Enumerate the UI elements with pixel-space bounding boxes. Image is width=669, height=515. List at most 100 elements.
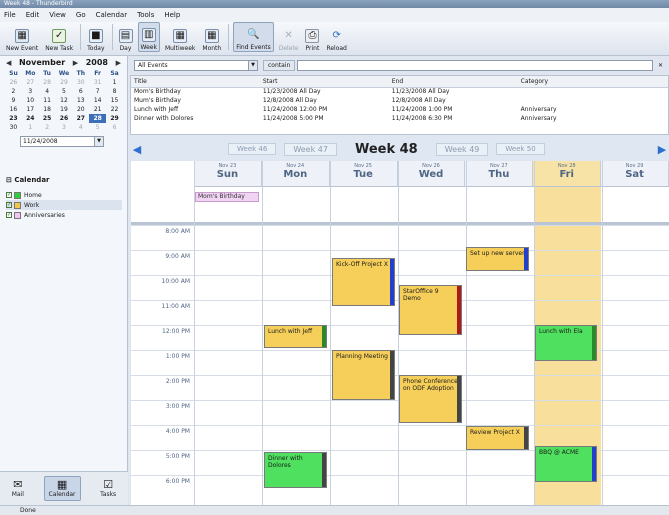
mail-tab[interactable]: ✉ Mail [8, 477, 28, 500]
day-header-wed[interactable]: Nov 26 Wed [398, 161, 466, 186]
minical-day[interactable]: 1 [22, 123, 39, 132]
month-view-button[interactable]: ▦ Month [200, 22, 223, 52]
minical-day[interactable]: 30 [5, 123, 22, 132]
chevron-down-icon[interactable]: ▼ [248, 61, 257, 70]
minical-day[interactable]: 27 [22, 78, 39, 87]
minical-day[interactable]: 4 [39, 87, 56, 96]
minical-day[interactable]: 13 [72, 96, 89, 105]
delete-button[interactable]: ✕ Delete [277, 22, 301, 52]
day-view-button[interactable]: ▤ Day [117, 22, 135, 52]
minical-day[interactable]: 30 [72, 78, 89, 87]
minical-day[interactable]: 17 [22, 105, 39, 114]
calendar-event[interactable]: Kick-Off Project X [332, 258, 395, 306]
new-event-button[interactable]: ▦ New Event [4, 22, 40, 52]
minical-day[interactable]: 5 [56, 87, 73, 96]
minical-day[interactable]: 20 [72, 105, 89, 114]
menu-help[interactable]: Help [164, 11, 180, 19]
new-task-button[interactable]: ✓ New Task [43, 22, 75, 52]
minical-day[interactable]: 2 [39, 123, 56, 132]
minical-day[interactable]: 26 [56, 114, 73, 123]
minical-day[interactable]: 15 [106, 96, 123, 105]
menu-edit[interactable]: Edit [26, 11, 40, 19]
calendar-event[interactable]: Planning Meeting [332, 350, 395, 400]
week-50-button[interactable]: Week 50 [496, 143, 545, 155]
minical-day[interactable]: 10 [22, 96, 39, 105]
minical-day[interactable]: 6 [72, 87, 89, 96]
calendar-event[interactable]: Review Project X [466, 426, 529, 450]
day-header-sat[interactable]: Nov 29 Sat [601, 161, 669, 186]
day-header-mon[interactable]: Nov 24 Mon [262, 161, 330, 186]
calendar-event[interactable]: Phone Conference on ODF Adoption [399, 375, 462, 423]
reload-button[interactable]: ⟳ Reload [324, 22, 348, 52]
date-picker-field[interactable]: 11/24/2008 ▼ [20, 136, 104, 147]
minical-day[interactable]: 1 [106, 78, 123, 87]
minical-next-icon[interactable]: ▶ [73, 59, 78, 67]
minical-day[interactable]: 31 [89, 78, 106, 87]
chevron-down-icon[interactable]: ▼ [94, 137, 103, 146]
minical-day[interactable]: 27 [72, 114, 89, 123]
minical-day[interactable]: 26 [5, 78, 22, 87]
column-header-title[interactable]: Title [131, 76, 260, 88]
column-header-end[interactable]: End [388, 76, 518, 88]
all-day-event[interactable]: Mom's Birthday [195, 192, 259, 202]
menu-calendar[interactable]: Calendar [96, 11, 127, 19]
minical-day[interactable]: 2 [5, 87, 22, 96]
minical-day[interactable]: 18 [39, 105, 56, 114]
minical-day[interactable]: 4 [72, 123, 89, 132]
minical-day[interactable]: 21 [89, 105, 106, 114]
tasks-tab[interactable]: ☑ Tasks [96, 477, 120, 500]
minical-day[interactable]: 28 [39, 78, 56, 87]
calendar-item-anniversaries[interactable]: ✓ Anniversaries [6, 210, 122, 220]
calendar-item-work[interactable]: ✓ Work [6, 200, 122, 210]
week-49-button[interactable]: Week 49 [435, 142, 489, 156]
minical-day[interactable]: 3 [56, 123, 73, 132]
event-filter-select[interactable]: All Events ▼ [134, 60, 258, 71]
menu-file[interactable]: File [4, 11, 16, 19]
calendar-event[interactable]: StarOffice 9 Demo [399, 285, 462, 335]
minical-day[interactable]: 14 [89, 96, 106, 105]
minical-day[interactable]: 3 [22, 87, 39, 96]
minical-day[interactable]: 22 [106, 105, 123, 114]
minical-prev-icon[interactable]: ◀ [6, 59, 11, 67]
today-button[interactable]: ■ Today [85, 22, 106, 52]
day-header-tue[interactable]: Nov 25 Tue [330, 161, 398, 186]
print-button[interactable]: ⎙ Print [303, 22, 321, 52]
minical-day[interactable]: 5 [89, 123, 106, 132]
table-row[interactable]: Dinner with Dolores 11/24/2008 5:00 PM 11/… [131, 114, 668, 123]
minical-day[interactable]: 24 [22, 114, 39, 123]
minical-day[interactable]: 29 [56, 78, 73, 87]
day-header-thu[interactable]: Nov 27 Thu [465, 161, 534, 186]
minical-day[interactable]: 16 [5, 105, 22, 114]
calendar-event[interactable]: Set up new server [466, 247, 529, 271]
table-row[interactable]: Lunch with Jeff 11/24/2008 12:00 PM 11/24/… [131, 105, 668, 114]
column-header-start[interactable]: Start [259, 76, 389, 88]
calendar-event[interactable]: Dinner with Dolores [264, 452, 327, 488]
calendar-event[interactable]: Lunch with Ela [535, 325, 597, 361]
column-header-category[interactable]: Category [517, 76, 668, 88]
minical-day[interactable]: 6 [106, 123, 123, 132]
day-header-sun[interactable]: Nov 23 Sun [194, 161, 262, 186]
minical-day[interactable]: 7 [89, 87, 106, 96]
day-header-fri[interactable]: Nov 28 Fri [533, 161, 602, 186]
previous-week-icon[interactable]: ◀ [130, 143, 144, 156]
minical-year-next-icon[interactable]: ▶ [116, 59, 121, 67]
calendar-item-home[interactable]: ✓ Home [6, 190, 122, 200]
clear-search-icon[interactable]: ✕ [656, 61, 665, 70]
week-46-button[interactable]: Week 46 [228, 143, 277, 155]
calendar-event[interactable]: BBQ @ ACME [535, 446, 597, 482]
checkbox-icon[interactable]: ✓ [6, 192, 12, 198]
next-week-icon[interactable]: ▶ [655, 143, 669, 156]
table-row[interactable]: Mum's Birthday 12/8/2008 All Day 12/8/2008… [131, 96, 668, 105]
checkbox-icon[interactable]: ✓ [6, 212, 12, 218]
minical-day[interactable]: 25 [39, 114, 56, 123]
week-47-button[interactable]: Week 47 [284, 142, 337, 156]
menu-go[interactable]: Go [76, 11, 86, 19]
calendar-list-header[interactable]: ⊟ Calendar [6, 176, 122, 184]
calendar-event[interactable]: Lunch with Jeff [264, 325, 327, 348]
minical-day[interactable]: 11 [39, 96, 56, 105]
checkbox-icon[interactable]: ✓ [6, 202, 12, 208]
calendar-tab[interactable]: ▦ Calendar [43, 476, 81, 501]
minical-day[interactable]: 12 [56, 96, 73, 105]
minical-day-today[interactable]: 28 [89, 114, 107, 123]
table-row[interactable]: Mom's Birthday 11/23/2008 All Day 11/23/20… [131, 87, 668, 96]
